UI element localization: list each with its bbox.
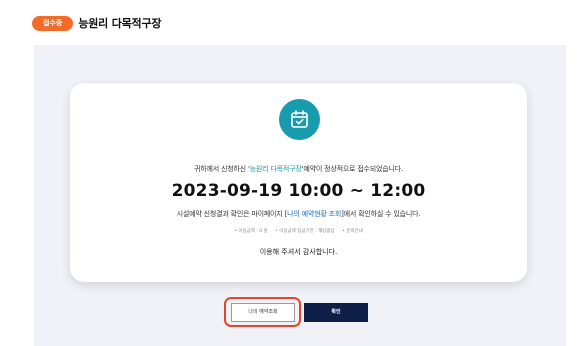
my-reservation-button[interactable]: 나의 예약조회: [231, 303, 295, 322]
result-suffix: ]에서 확인하실 수 있습니다.: [341, 210, 421, 218]
meta-deadline: • 이용금액 입금기한 : 해당없음: [275, 229, 335, 234]
meta-fee: • 이용금액 : 0 원: [234, 229, 268, 234]
notice-prefix: 귀하께서 신청하신 ': [193, 165, 250, 173]
thanks-message: 이용해 주셔서 감사합니다.: [259, 248, 338, 256]
confirmation-card: 귀하께서 신청하신 '능원리 다목적구장'예약이 정상적으로 접수되었습니다. …: [70, 83, 527, 282]
result-info: 시설예약 신청결과 확인은 마이페이지 [나의 예약현황 조회]에서 확인하실 …: [70, 209, 527, 219]
my-reservation-link-text: 나의 예약현황 조회: [287, 210, 342, 218]
result-prefix: 시설예약 신청결과 확인은 마이페이지 [: [176, 210, 288, 218]
confirm-button[interactable]: 확인: [304, 303, 368, 322]
meta-inquiry: • 문의안내: [342, 229, 363, 234]
reservation-meta: • 이용금액 : 0 원 • 이용금액 입금기한 : 해당없음 • 문의안내: [70, 228, 527, 234]
reservation-datetime: 2023-09-19 10:00 ~ 12:00: [171, 181, 426, 201]
page-title: 능원리 다목적구장: [78, 17, 162, 30]
status-badge: 접수중: [32, 15, 74, 31]
reservation-notice: 귀하께서 신청하신 '능원리 다목적구장'예약이 정상적으로 접수되었습니다.: [70, 164, 527, 174]
notice-suffix: '예약이 정상적으로 접수되었습니다.: [301, 165, 404, 173]
notice-facility: 능원리 다목적구장: [249, 165, 302, 173]
calendar-check-icon: [279, 99, 320, 140]
page-header: 접수중 능원리 다목적구장: [32, 14, 162, 32]
